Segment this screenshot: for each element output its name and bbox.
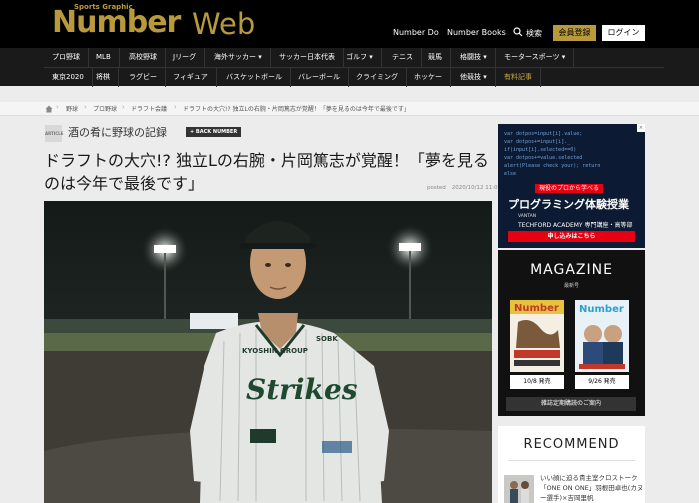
nav-item-other-sports[interactable]: 他競技 ▾ <box>452 68 496 87</box>
nav-item-climbing[interactable]: クライミング <box>348 68 407 87</box>
jersey-sponsor-2: SOBK <box>316 335 338 343</box>
nav-item-mlb[interactable]: MLB <box>88 48 120 67</box>
ad-code-line: var dotpos=input[i].value; <box>504 131 583 137</box>
jersey-team-name: Strikes <box>246 373 358 406</box>
posted-timestamp: 2020/10/12 11:01 <box>451 185 502 191</box>
nav-item-golf[interactable]: ゴルフ ▾ <box>338 48 382 67</box>
logo-web: Web <box>192 7 256 41</box>
nav-item-hockey[interactable]: ホッケー <box>406 68 451 87</box>
nav-item-figure-skating[interactable]: フィギュア <box>165 68 217 87</box>
ad-cta-button[interactable]: 申し込みはこちら <box>508 231 635 242</box>
nav-item-rugby[interactable]: ラグビー <box>121 68 166 87</box>
ad-headline: プログラミング体験授業 <box>508 198 629 211</box>
breadcrumb-separator-icon: › <box>56 103 59 111</box>
nav-item-jleague[interactable]: Jリーグ <box>165 48 206 67</box>
svg-text:Number: Number <box>579 304 624 315</box>
breadcrumb-separator-icon: › <box>122 103 125 111</box>
breadcrumb: › 野球 › プロ野球 › ドラフト会議 › ドラフトの大穴!? 独立Lの右腕・… <box>0 102 699 116</box>
breadcrumb-draft[interactable]: ドラフト会議 <box>131 104 167 113</box>
ad-tag: 現役のプロから学べる <box>535 184 604 193</box>
search-icon[interactable] <box>513 27 523 37</box>
ad-brand: VANTAN <box>518 214 537 219</box>
nav-item-tennis[interactable]: テニス <box>384 48 422 67</box>
member-register-button[interactable]: 会員登録 <box>553 25 596 41</box>
ad-code-snippet: var dotpos=input[i].value; var dotpos+=i… <box>504 130 600 178</box>
ad-code-line: var dotpos+=value.selected <box>504 155 583 161</box>
nav-item-basketball[interactable]: バスケットボール <box>218 68 291 87</box>
magazine-issue-date-2: 9/26 発売 <box>575 375 629 389</box>
number-do-link[interactable]: Number Do <box>393 28 439 37</box>
login-button[interactable]: ログイン <box>602 25 645 41</box>
nav-item-paid-articles[interactable]: 有料記事 <box>496 68 541 87</box>
nav-item-martial-arts[interactable]: 格闘技 ▾ <box>452 48 496 67</box>
column-name[interactable]: 酒の肴に野球の記録 <box>68 124 167 140</box>
nav-row-primary: プロ野球 MLB 高校野球 Jリーグ 海外サッカー ▾ サッカー日本代表 ゴルフ… <box>44 48 664 67</box>
nav-item-tokyo2020[interactable]: 東京2020 <box>44 68 93 87</box>
breadcrumb-separator-icon: › <box>84 103 87 111</box>
ad-academy: TECHFORD ACADEMY 専門講座・高等部 <box>518 222 633 229</box>
logo-number: Number <box>52 5 181 40</box>
back-number-button[interactable]: + BACK NUMBER <box>186 127 242 137</box>
search-link[interactable]: 検索 <box>526 28 542 39</box>
nav-item-motorsports[interactable]: モータースポーツ ▾ <box>496 48 575 67</box>
nav-item-overseas-soccer[interactable]: 海外サッカー ▾ <box>206 48 271 67</box>
nav-item-horse-racing[interactable]: 競馬 <box>420 48 451 67</box>
article-badge: ARTICLE <box>45 125 63 142</box>
home-icon[interactable] <box>45 105 53 113</box>
site-header: Sports Graphic Number Web Number Do Numb… <box>0 0 699 48</box>
main-nav: プロ野球 MLB 高校野球 Jリーグ 海外サッカー ▾ サッカー日本代表 ゴルフ… <box>0 48 699 87</box>
breadcrumb-baseball[interactable]: 野球 <box>66 104 78 113</box>
magazine-issue-date-1: 10/8 発売 <box>510 375 564 389</box>
sidebar-ad[interactable]: var dotpos=input[i].value; var dotpos+=i… <box>498 124 645 248</box>
recommend-divider <box>508 460 635 461</box>
breadcrumb-current: ドラフトの大穴!? 独立Lの右腕・片岡篤志が覚醒！「夢を見るのは今年で最後です」 <box>183 106 410 113</box>
magazine-title: MAGAZINE <box>530 262 613 278</box>
ad-code-line: alert(Please check your); return <box>504 163 601 169</box>
article-headline: ドラフトの大穴!? 独立Lの右腕・片岡篤志が覚醒！「夢を見るのは今年で最後です」 <box>44 151 489 193</box>
nav-item-pro-baseball[interactable]: プロ野球 <box>44 48 89 67</box>
ad-code-line: else <box>504 171 517 177</box>
article-photo: KYOSHIN GROUP SOBK Strikes <box>44 201 492 503</box>
magazine-subtitle: 最新号 <box>563 283 579 289</box>
recommend-thumbnail[interactable] <box>504 475 534 503</box>
jersey-sponsor-1: KYOSHIN GROUP <box>242 347 308 355</box>
ad-close-icon[interactable]: × <box>637 124 645 132</box>
ad-code-line: var dotpos+=input[i]._ <box>504 139 571 145</box>
nav-item-volleyball[interactable]: バレーボール <box>290 68 349 87</box>
magazine-cover-2[interactable]: Number <box>575 300 629 372</box>
breadcrumb-pro-baseball[interactable]: プロ野球 <box>93 104 117 113</box>
posted-date: posted 2020/10/12 11:01 <box>427 185 501 191</box>
subscribe-button[interactable]: 雑誌定期購読のご案内 <box>506 397 636 411</box>
nav-row-secondary: 東京2020 将棋 ラグビー フィギュア バスケットボール バレーボール クライ… <box>44 67 664 87</box>
nav-item-japan-national-soccer[interactable]: サッカー日本代表 <box>271 48 344 67</box>
svg-text:Number: Number <box>514 303 559 314</box>
magazine-cover-1[interactable]: Number <box>510 300 564 372</box>
number-books-link[interactable]: Number Books <box>447 28 506 37</box>
recommend-item-title[interactable]: いい顔に迫る貴主室クロストーク「ONE ON ONE」羽根田卓也(カヌー選手)×… <box>540 473 644 503</box>
posted-label: posted <box>427 185 446 191</box>
nav-item-high-school-baseball[interactable]: 高校野球 <box>121 48 166 67</box>
ad-code-line: if(input[i].selected==0) <box>504 147 577 153</box>
breadcrumb-separator-icon: › <box>174 103 177 111</box>
baseball-player-photo: KYOSHIN GROUP SOBK Strikes <box>44 201 492 503</box>
recommend-title: RECOMMEND <box>523 437 620 452</box>
nav-item-shogi[interactable]: 将棋 <box>88 68 119 87</box>
